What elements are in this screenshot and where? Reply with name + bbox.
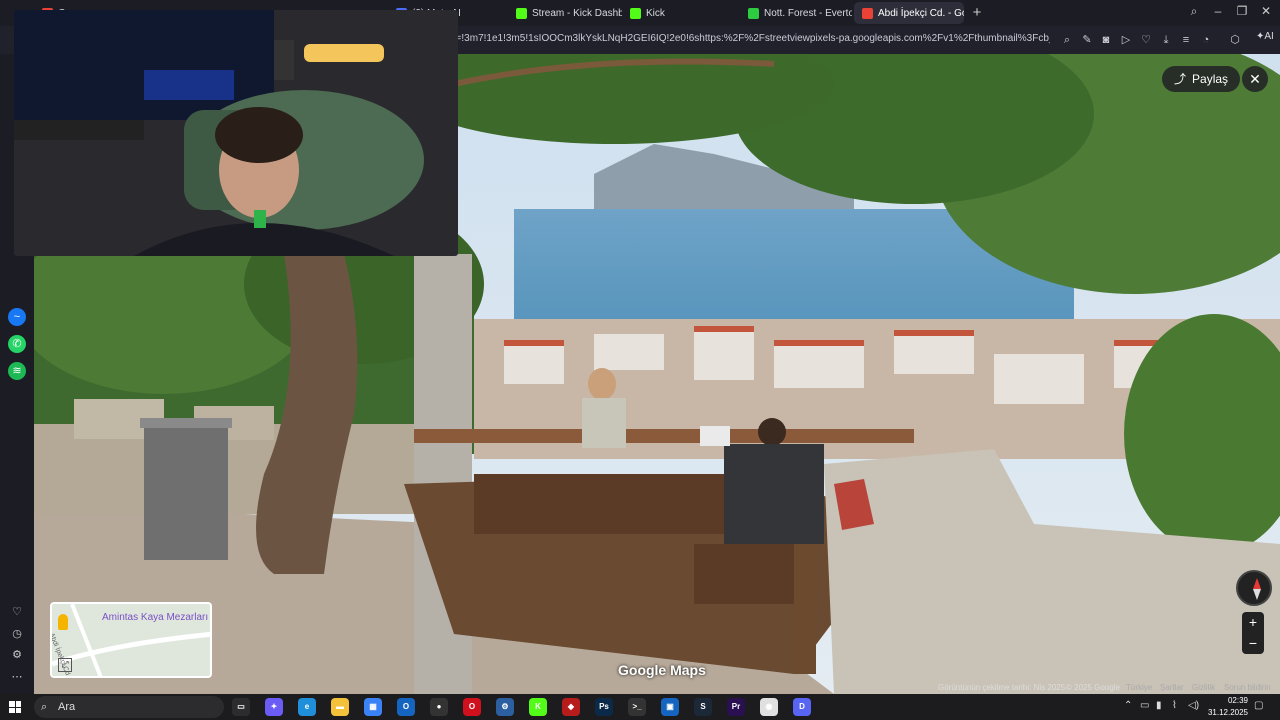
edit-icon[interactable]: ✎ [1080, 33, 1094, 47]
chrome-icon[interactable]: ◉ [760, 698, 778, 716]
maximize-icon[interactable]: ❐ [1232, 4, 1252, 18]
share-label: Paylaş [1192, 72, 1229, 86]
google-maps-icon [862, 7, 873, 19]
capture-date: Görüntünün çekilme tarihi: Nis 2025 [938, 683, 1066, 692]
close-button[interactable]: ✕ [1242, 66, 1268, 92]
taskbar-search[interactable]: ⌕ Ara [34, 696, 224, 718]
heart-icon[interactable]: ♡ [1139, 33, 1153, 47]
window-close-icon[interactable]: ✕ [1256, 4, 1276, 18]
compass-north-needle [1253, 578, 1261, 589]
footer-link-country[interactable]: Türkiye [1126, 683, 1152, 692]
zoom-in-button[interactable]: + [1242, 612, 1264, 633]
opera-icon[interactable]: O [463, 698, 481, 716]
heart-icon[interactable]: ♡ [8, 603, 26, 621]
obs-icon[interactable]: ● [430, 698, 448, 716]
file-explorer-icon[interactable]: ▬ [331, 698, 349, 716]
download-icon[interactable]: ⤓ [1159, 33, 1173, 47]
app-red-icon[interactable]: ◆ [562, 698, 580, 716]
premiere-icon[interactable]: Pr [727, 698, 745, 716]
chevron-up-icon[interactable]: ⌃ [1124, 700, 1132, 711]
share-icon: ⤴ [1174, 72, 1187, 86]
outlook-icon[interactable]: O [397, 698, 415, 716]
volume-icon[interactable]: ◁) [1188, 700, 1199, 711]
settings-icon[interactable]: ⚙ [8, 646, 26, 664]
desktop: ⤴ Paylaş ✕ + − Google Maps Görüntünün çe… [0, 0, 1280, 720]
history-icon[interactable]: ◷ [8, 625, 26, 643]
photoshop-icon[interactable]: Ps [595, 698, 613, 716]
tab-label: Kick [646, 7, 665, 19]
send-icon[interactable]: ▷ [1119, 33, 1133, 47]
tab-iddaa[interactable]: Nott. Forest - Everton | Idd [740, 2, 852, 24]
google-maps-watermark: Google Maps [618, 662, 706, 678]
ai-label: AI [1264, 31, 1274, 42]
network-icon[interactable]: ▭ [1140, 700, 1149, 711]
share-button[interactable]: ⤴ Paylaş [1162, 66, 1241, 92]
minimize-icon[interactable]: – [1208, 4, 1228, 18]
compass-south-needle [1253, 589, 1261, 600]
mic-icon[interactable]: ▮ [1156, 700, 1162, 711]
kick-icon [630, 7, 641, 19]
footer-link-terms[interactable]: Şartlar [1160, 683, 1184, 692]
search-tabs-icon[interactable]: ⌕ [1184, 4, 1204, 19]
more-icon[interactable]: ⋯ [8, 668, 26, 686]
windows-start-icon[interactable] [9, 701, 21, 713]
profile-icon[interactable]: ◔ [1199, 33, 1213, 47]
clock-date: 31.12.2025 [1207, 708, 1248, 717]
kick-icon[interactable]: K [529, 698, 547, 716]
store-icon[interactable]: ▦ [364, 698, 382, 716]
webcam-overlay [14, 10, 458, 256]
task-view-icon[interactable]: ▭ [232, 698, 250, 716]
footer-link-report[interactable]: Sorun bildirin [1224, 683, 1271, 692]
terminal-icon[interactable]: >_ [628, 698, 646, 716]
expand-icon[interactable]: ⤢ [58, 658, 72, 672]
clock-time: 02:39 [1227, 696, 1248, 705]
tab-google-maps[interactable]: Abdi İpekçi Cd. - Google [854, 2, 964, 24]
copilot-icon[interactable]: ✦ [265, 698, 283, 716]
compass-icon[interactable] [1236, 570, 1272, 606]
edge-icon[interactable]: e [298, 698, 316, 716]
discord-icon[interactable]: D [793, 698, 811, 716]
tab-label: Abdi İpekçi Cd. - Google [878, 7, 964, 19]
tab-label: Nott. Forest - Everton | Idd [764, 7, 852, 19]
iddaa-icon [748, 7, 759, 19]
menu-icon[interactable]: ≡ [1179, 33, 1193, 47]
camera-icon[interactable]: ◙ [1099, 33, 1113, 47]
steam-icon[interactable]: S [694, 698, 712, 716]
remote-icon[interactable]: ▣ [661, 698, 679, 716]
ai-button[interactable]: ✦AI [1256, 31, 1274, 42]
taskbar: ⌕ Ara ▭ ✦ e ▬ ▦ O ● O ⚙ K ◆ Ps >_ ▣ S Pr ◉ D ⌃ ▭ ▮ ⌇ ◁) 0… [0, 694, 1280, 720]
whatsapp-icon[interactable]: ✆ [8, 335, 26, 353]
search-icon[interactable]: ⌕ [1060, 33, 1074, 47]
spotify-icon[interactable]: ≋ [8, 362, 26, 380]
copyright: © 2025 Google [1066, 683, 1120, 692]
search-icon: ⌕ [41, 701, 48, 713]
pegman-icon [58, 614, 68, 630]
zoom-control: + − [1242, 612, 1264, 654]
search-label: Ara [58, 701, 76, 713]
notification-icon[interactable]: ▢ [1254, 700, 1263, 711]
extension-icon[interactable]: ⬡ [1228, 33, 1242, 47]
webcam-feed [14, 10, 458, 256]
tab-label: Stream - Kick Dashboard [532, 7, 622, 19]
url-field[interactable]: a=!3m7!1e1!3m5!1sIOOCm3lkYskLNqH2GEI6IQ!… [450, 33, 1050, 44]
new-tab-icon[interactable]: + [968, 4, 986, 22]
tab-kick[interactable]: Kick [622, 2, 738, 24]
wifi-icon[interactable]: ⌇ [1172, 700, 1177, 711]
footer-link-privacy[interactable]: Gizlilik [1192, 683, 1215, 692]
minimap[interactable]: Amintas Kaya Mezarları Abdi İpekçi Cd. ⤢ [50, 602, 212, 678]
tab-kick-dashboard[interactable]: Stream - Kick Dashboard [508, 2, 622, 24]
zoom-out-button[interactable]: − [1242, 633, 1264, 654]
clock[interactable]: 02:39 31.12.2025 [1200, 695, 1248, 719]
kick-icon [516, 7, 527, 19]
minimap-place-label: Amintas Kaya Mezarları [102, 612, 209, 623]
messenger-icon[interactable]: ~ [8, 308, 26, 326]
steam-alt-icon[interactable]: ⚙ [496, 698, 514, 716]
